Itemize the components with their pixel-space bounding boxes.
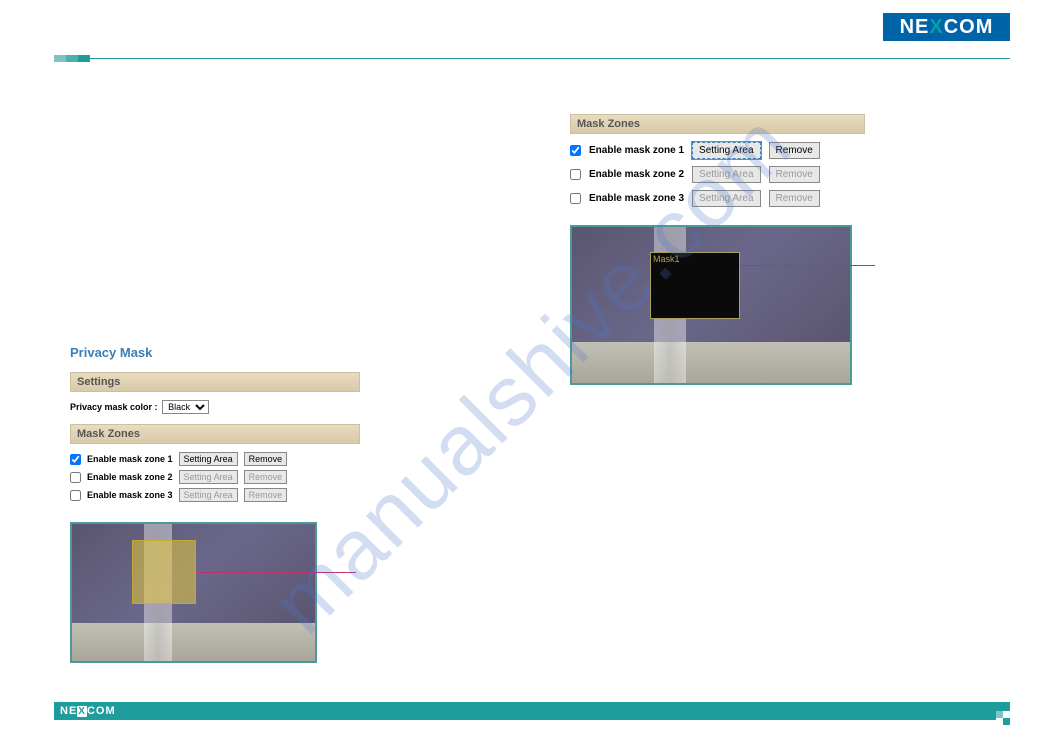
mask-zone-2-label: Enable mask zone 2 [87, 472, 173, 482]
mask-zone-2-remove-button: Remove [244, 470, 288, 484]
footer-logo-text: NEXCOM [60, 705, 116, 717]
mask-zone-3-remove-button-right: Remove [769, 190, 820, 207]
panel-title: Privacy Mask [70, 345, 360, 360]
decor-line-top [90, 58, 1010, 59]
brand-logo-text: NEXCOM [900, 16, 994, 39]
mask-zones-panel-right: Mask Zones Enable mask zone 1 Setting Ar… [570, 114, 865, 385]
mask-zone-2-setting-button-right: Setting Area [692, 166, 760, 183]
mask-zone-row-1-right: Enable mask zone 1 Setting Area Remove [570, 142, 865, 159]
mask-region-yellow[interactable] [132, 540, 196, 604]
mask-zone-1-label-right: Enable mask zone 1 [589, 145, 684, 156]
mask-zone-3-setting-button: Setting Area [179, 488, 238, 502]
mask-zone-1-remove-button-right[interactable]: Remove [769, 142, 820, 159]
preview-floor-right [572, 342, 850, 383]
mask-zones-header-right: Mask Zones [570, 114, 865, 134]
decor-squares-footer [996, 711, 1010, 725]
brand-logo: NEXCOM [883, 13, 1010, 41]
mask-region-label: Mask1 [653, 254, 680, 264]
mask-zone-2-remove-button-right: Remove [769, 166, 820, 183]
privacy-mask-panel: Privacy Mask Settings Privacy mask color… [70, 345, 360, 663]
mask-zone-3-label: Enable mask zone 3 [87, 490, 173, 500]
mask-zone-row-3-right: Enable mask zone 3 Setting Area Remove [570, 190, 865, 207]
mask-region-black[interactable]: Mask1 [650, 252, 740, 319]
decor-squares-top [54, 55, 90, 62]
preview-left [70, 522, 317, 663]
mask-zone-3-remove-button: Remove [244, 488, 288, 502]
mask-zone-1-setting-button[interactable]: Setting Area [179, 452, 238, 466]
mask-zone-row-1: Enable mask zone 1 Setting Area Remove [70, 452, 360, 466]
mask-zone-row-3: Enable mask zone 3 Setting Area Remove [70, 488, 360, 502]
mask-zone-3-setting-button-right: Setting Area [692, 190, 760, 207]
mask-zone-row-2-right: Enable mask zone 2 Setting Area Remove [570, 166, 865, 183]
mask-zone-1-setting-button-right[interactable]: Setting Area [692, 142, 760, 159]
mask-zone-1-remove-button[interactable]: Remove [244, 452, 288, 466]
mask-zone-3-label-right: Enable mask zone 3 [589, 193, 684, 204]
mask-zone-row-2: Enable mask zone 2 Setting Area Remove [70, 470, 360, 484]
mask-color-row: Privacy mask color : Black [70, 400, 360, 414]
mask-zone-1-label: Enable mask zone 1 [87, 454, 173, 464]
preview-floor [72, 623, 315, 661]
mask-zone-2-setting-button: Setting Area [179, 470, 238, 484]
mask-zone-1-checkbox-right[interactable] [570, 145, 581, 156]
preview-right: Mask1 [570, 225, 852, 385]
mask-zone-3-checkbox-right[interactable] [570, 193, 581, 204]
mask-color-label: Privacy mask color : [70, 402, 158, 412]
settings-header: Settings [70, 372, 360, 392]
mask-zone-2-label-right: Enable mask zone 2 [589, 169, 684, 180]
mask-zone-2-checkbox-right[interactable] [570, 169, 581, 180]
mask-zones-header-left: Mask Zones [70, 424, 360, 444]
callout-line-right [740, 265, 875, 266]
footer-bar: NEXCOM [54, 702, 1010, 720]
mask-zone-2-checkbox[interactable] [70, 472, 81, 483]
mask-color-select[interactable]: Black [162, 400, 209, 414]
mask-zone-1-checkbox[interactable] [70, 454, 81, 465]
callout-line-left [196, 572, 356, 573]
mask-zone-3-checkbox[interactable] [70, 490, 81, 501]
